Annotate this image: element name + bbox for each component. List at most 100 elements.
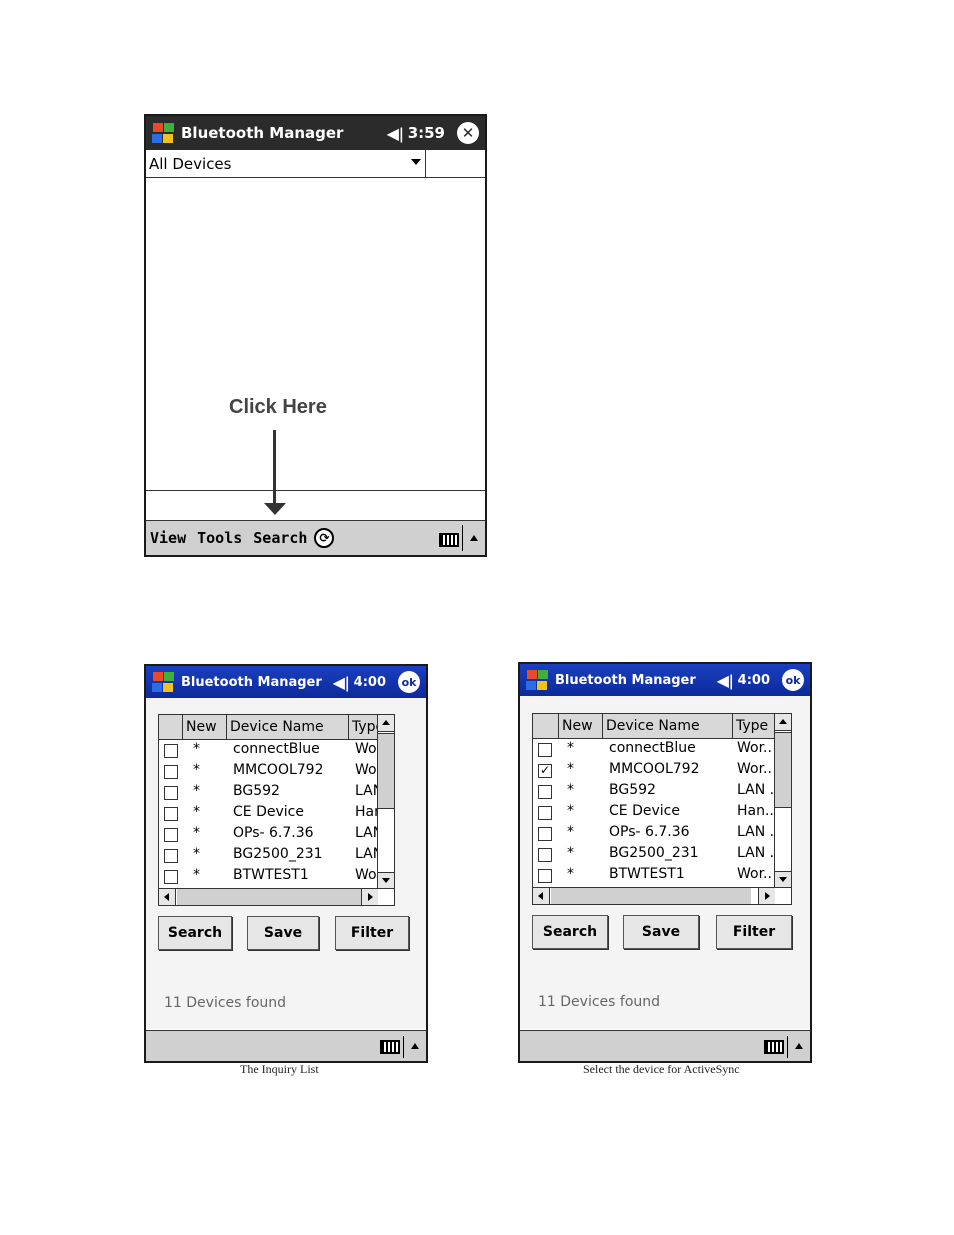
cell-device-name: MMCOOL792: [233, 762, 324, 778]
cell-new: *: [193, 846, 200, 862]
keyboard-icon[interactable]: [764, 1040, 784, 1054]
menu-search[interactable]: Search: [253, 529, 307, 547]
scroll-left-button[interactable]: [533, 888, 550, 904]
vertical-scrollbar[interactable]: [377, 715, 394, 889]
scroll-up-button[interactable]: [775, 714, 791, 731]
caption-inquiry-list: The Inquiry List: [240, 1062, 319, 1076]
table-row[interactable]: * connectBlue Wor..: [159, 741, 390, 762]
scroll-up-button[interactable]: [378, 715, 394, 732]
caption-select-device: Select the device for ActiveSync: [583, 1062, 740, 1076]
row-checkbox[interactable]: [164, 744, 178, 758]
menu-tools[interactable]: Tools: [197, 529, 242, 547]
scroll-left-button[interactable]: [159, 889, 176, 905]
horizontal-scrollbar[interactable]: [159, 888, 394, 905]
search-button[interactable]: Search: [532, 915, 608, 949]
table-row[interactable]: ✓ * MMCOOL792 Wor..: [533, 761, 775, 782]
table-row[interactable]: * CE Device Han..: [159, 804, 392, 825]
scroll-thumb[interactable]: [378, 733, 394, 809]
row-checkbox[interactable]: [538, 743, 552, 757]
horizontal-scrollbar[interactable]: [533, 887, 791, 904]
scroll-thumb[interactable]: [177, 889, 361, 905]
table-row[interactable]: * BTWTEST1 Wor..: [533, 866, 775, 887]
menu-view[interactable]: View: [150, 529, 186, 547]
clock[interactable]: 4:00: [738, 673, 770, 688]
row-checkbox[interactable]: [164, 828, 178, 842]
table-row[interactable]: * OPs- 6.7.36 LAN .: [159, 825, 392, 846]
column-header-select[interactable]: [159, 715, 183, 739]
table-row[interactable]: * BG2500_231 LAN .: [533, 845, 775, 866]
cell-type: Wor..: [737, 866, 772, 882]
device-list[interactable]: New Device Name Type * connectBlue Wor..…: [532, 713, 792, 905]
table-row[interactable]: * MMCOOL792 Wor..: [159, 762, 390, 783]
close-icon[interactable]: ✕: [457, 122, 479, 144]
devices-found-status: 11 Devices found: [538, 994, 661, 1010]
scroll-right-button[interactable]: [361, 889, 378, 905]
column-header-new[interactable]: New: [183, 715, 227, 739]
row-checkbox[interactable]: [538, 806, 552, 820]
chevron-up-icon[interactable]: [795, 1043, 803, 1049]
cell-type: LAN .: [737, 845, 775, 861]
screen-select-device: Bluetooth Manager ◀ǀ 4:00 ok New Device …: [518, 662, 812, 1063]
clock[interactable]: 3:59: [408, 124, 445, 142]
filter-button[interactable]: Filter: [335, 916, 409, 950]
cell-new: *: [193, 762, 200, 778]
row-checkbox[interactable]: [538, 869, 552, 883]
windows-logo-icon[interactable]: [150, 122, 176, 144]
table-row[interactable]: * CE Device Han..: [533, 803, 775, 824]
speaker-icon[interactable]: ◀ǀ: [717, 671, 734, 690]
save-button[interactable]: Save: [247, 916, 319, 950]
row-checkbox[interactable]: [538, 848, 552, 862]
windows-logo-icon[interactable]: [150, 671, 176, 693]
filter-button[interactable]: Filter: [716, 915, 792, 949]
chevron-up-icon[interactable]: [411, 1043, 419, 1049]
cell-new: *: [193, 804, 200, 820]
ok-icon[interactable]: ok: [782, 669, 804, 691]
windows-logo-icon[interactable]: [524, 669, 550, 691]
device-list[interactable]: New Device Name Type * connectBlue Wor..…: [158, 714, 395, 906]
column-header-type[interactable]: Type: [349, 715, 384, 739]
save-button[interactable]: Save: [623, 915, 699, 949]
scroll-thumb[interactable]: [551, 888, 751, 904]
arrow-down-icon: [264, 503, 286, 515]
window-title: Bluetooth Manager: [181, 124, 344, 142]
keyboard-icon[interactable]: [380, 1040, 400, 1054]
scroll-right-button[interactable]: [758, 888, 775, 904]
column-header-device-name[interactable]: Device Name: [227, 715, 349, 739]
scroll-down-button[interactable]: [378, 872, 394, 889]
cell-new: *: [567, 740, 574, 756]
chevron-up-icon[interactable]: [470, 535, 478, 541]
vertical-scrollbar[interactable]: [774, 714, 791, 888]
table-row[interactable]: * OPs- 6.7.36 LAN .: [533, 824, 775, 845]
row-checkbox[interactable]: [164, 807, 178, 821]
row-checkbox[interactable]: [538, 827, 552, 841]
cell-device-name: BTWTEST1: [609, 866, 685, 882]
cell-device-name: OPs- 6.7.36: [609, 824, 690, 840]
menu-bar: [146, 1030, 426, 1061]
speaker-icon[interactable]: ◀ǀ: [387, 124, 404, 143]
row-checkbox[interactable]: [164, 870, 178, 884]
column-header-select[interactable]: [533, 714, 559, 738]
scroll-down-button[interactable]: [775, 871, 791, 888]
ok-icon[interactable]: ok: [398, 671, 420, 693]
column-header-type[interactable]: Type: [733, 714, 775, 738]
row-checkbox[interactable]: [538, 785, 552, 799]
column-header-device-name[interactable]: Device Name: [603, 714, 733, 738]
table-row[interactable]: * connectBlue Wor..: [533, 740, 775, 761]
device-filter-dropdown[interactable]: All Devices: [146, 150, 426, 178]
speaker-icon[interactable]: ◀ǀ: [333, 673, 350, 692]
keyboard-icon[interactable]: [439, 533, 459, 547]
table-row[interactable]: * BTWTEST1 Wor..: [159, 867, 390, 888]
clock[interactable]: 4:00: [354, 675, 386, 690]
row-checkbox[interactable]: [164, 849, 178, 863]
cell-device-name: CE Device: [609, 803, 680, 819]
row-checkbox[interactable]: [164, 765, 178, 779]
column-header-new[interactable]: New: [559, 714, 603, 738]
table-row[interactable]: * BG2500_231 LAN .: [159, 846, 392, 867]
table-row[interactable]: * BG592 LAN .: [533, 782, 775, 803]
sync-icon[interactable]: ⟳: [314, 528, 335, 548]
row-checkbox-checked[interactable]: ✓: [538, 764, 552, 778]
table-row[interactable]: * BG592 LAN .: [159, 783, 392, 804]
scroll-thumb[interactable]: [775, 732, 791, 808]
search-button[interactable]: Search: [158, 916, 232, 950]
row-checkbox[interactable]: [164, 786, 178, 800]
